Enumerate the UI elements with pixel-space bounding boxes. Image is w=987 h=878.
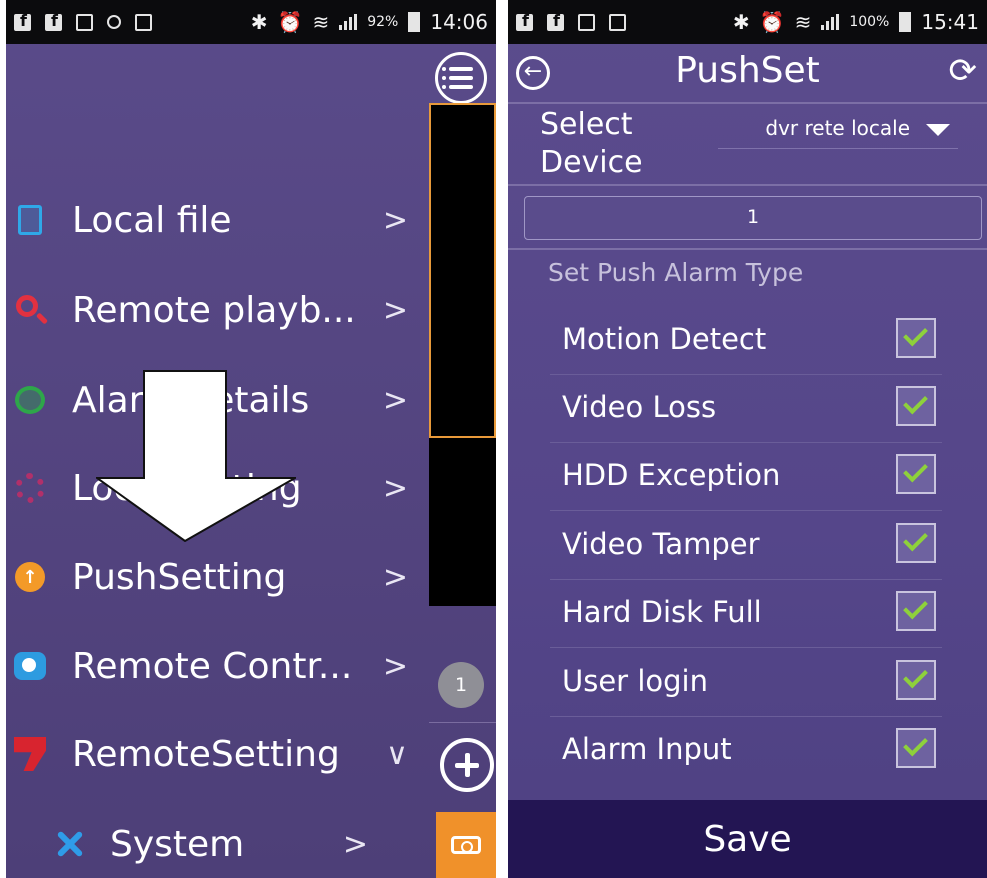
video-preview-selected[interactable]: [429, 103, 496, 438]
facebook-icon: [516, 11, 533, 31]
alarm-row-motion-detect: Motion Detect: [550, 306, 942, 375]
remote-setting-icon: [14, 737, 46, 771]
gear-icon: [15, 473, 45, 503]
facebook-icon: [45, 11, 62, 31]
menu-item-remote-control[interactable]: Remote Contr... >: [6, 636, 416, 696]
menu-item-label: PushSetting: [72, 556, 287, 598]
alarm-label: HDD Exception: [562, 458, 781, 492]
clock-time: 15:41: [921, 10, 979, 34]
chevron-right-icon: >: [382, 648, 408, 684]
left-screen: ✱ ⏰ ≋ 92% 14:06 1 Local file > Remote pl…: [6, 0, 496, 878]
gallery-icon: [76, 13, 93, 31]
down-arrow-annotation: [96, 370, 296, 542]
alarm-label: Motion Detect: [562, 322, 767, 356]
alarm-type-heading: Set Push Alarm Type: [548, 258, 804, 287]
notification-icon: [135, 13, 152, 31]
alarm-row-hard-disk-full: Hard Disk Full: [550, 579, 942, 648]
status-bar: ✱ ⏰ ≋ 100% 15:41: [508, 0, 987, 44]
select-device-label: Select Device: [540, 107, 643, 180]
camera-snapshot-button[interactable]: [436, 812, 496, 878]
signal-icon: [821, 14, 840, 30]
alarm-row-alarm-input: Alarm Input: [550, 716, 942, 784]
alarm-row-hdd-exception: HDD Exception: [550, 442, 942, 511]
chevron-down-icon: ∨: [386, 736, 408, 772]
menu-item-label: RemoteSetting: [72, 733, 340, 775]
menu-item-label: Remote playb...: [72, 289, 356, 331]
alarm-input-checkbox[interactable]: [896, 728, 936, 768]
menu-item-push-setting[interactable]: ↑ PushSetting >: [6, 547, 416, 607]
alarm-label: Video Loss: [562, 390, 717, 424]
alarm-row-video-tamper: Video Tamper: [550, 511, 942, 580]
notification-icon: [609, 13, 626, 31]
right-screen: ✱ ⏰ ≋ 100% 15:41 ← PushSet ⟳ Select Devi…: [508, 0, 987, 878]
alarm-label: Hard Disk Full: [562, 595, 762, 629]
gallery-icon: [578, 13, 595, 31]
circle-icon: [107, 15, 121, 29]
title-bar: ← PushSet ⟳: [508, 44, 987, 102]
motion-detect-checkbox[interactable]: [896, 318, 936, 358]
video-loss-checkbox[interactable]: [896, 386, 936, 426]
alarm-row-video-loss: Video Loss: [550, 374, 942, 443]
video-tamper-checkbox[interactable]: [896, 523, 936, 563]
facebook-icon: [547, 11, 564, 31]
battery-icon: [899, 12, 912, 32]
chevron-right-icon: >: [382, 202, 408, 238]
alarm-label: User login: [562, 664, 708, 698]
divider: [508, 248, 987, 250]
facebook-icon: [14, 11, 31, 31]
menu-item-label: System: [110, 823, 245, 865]
menu-item-remote-playback[interactable]: Remote playb... >: [6, 280, 416, 340]
bluetooth-icon: ✱: [250, 10, 268, 34]
alarm-icon: [15, 386, 45, 414]
menu-list-icon[interactable]: [435, 52, 487, 104]
tools-icon: [54, 828, 86, 860]
divider: [508, 184, 987, 186]
chevron-right-icon: >: [382, 292, 408, 328]
refresh-icon[interactable]: ⟳: [949, 54, 978, 88]
menu-item-remote-setting[interactable]: RemoteSetting ∨: [6, 724, 416, 784]
wifi-icon: ≋: [312, 10, 330, 34]
menu-item-label: Local file: [72, 199, 232, 241]
page-title: PushSet: [675, 50, 820, 91]
dropdown-caret-icon: [926, 124, 950, 136]
camera-icon: [451, 836, 481, 854]
hard-disk-full-checkbox[interactable]: [896, 591, 936, 631]
battery-percent: 92%: [367, 14, 399, 30]
remote-control-icon: [14, 652, 46, 680]
alarm-row-user-login: User login: [550, 648, 942, 717]
menu-item-local-file[interactable]: Local file >: [6, 190, 416, 250]
chevron-right-icon: >: [382, 382, 408, 418]
chevron-right-icon: >: [382, 559, 408, 595]
push-arrow-icon: ↑: [15, 562, 45, 592]
menu-item-label: Remote Contr...: [72, 645, 353, 687]
divider: [429, 722, 496, 723]
divider: [508, 102, 987, 104]
file-icon: [18, 205, 42, 235]
alarm-label: Video Tamper: [562, 527, 760, 561]
alarm-clock-icon: ⏰: [759, 10, 785, 34]
search-icon: [16, 295, 38, 317]
device-select[interactable]: dvr rete locale: [718, 112, 958, 149]
save-button[interactable]: Save: [508, 800, 987, 878]
chevron-right-icon: >: [342, 826, 368, 862]
alarm-label: Alarm Input: [562, 732, 732, 766]
channel-value: 1: [746, 206, 760, 228]
bluetooth-icon: ✱: [732, 10, 750, 34]
channel-count-badge[interactable]: 1: [438, 662, 484, 708]
chevron-right-icon: >: [382, 470, 408, 506]
hdd-exception-checkbox[interactable]: [896, 454, 936, 494]
device-select-value: dvr rete locale: [765, 116, 910, 140]
status-bar: ✱ ⏰ ≋ 92% 14:06: [6, 0, 496, 44]
video-preview[interactable]: [429, 438, 496, 606]
menu-item-system[interactable]: System >: [6, 814, 376, 874]
channel-field[interactable]: 1: [524, 196, 982, 240]
add-device-button[interactable]: [440, 738, 494, 792]
alarm-clock-icon: ⏰: [277, 10, 303, 34]
user-login-checkbox[interactable]: [896, 660, 936, 700]
battery-percent: 100%: [849, 14, 890, 30]
wifi-icon: ≋: [794, 10, 812, 34]
battery-icon: [408, 12, 421, 32]
clock-time: 14:06: [430, 10, 488, 34]
signal-icon: [339, 14, 358, 30]
